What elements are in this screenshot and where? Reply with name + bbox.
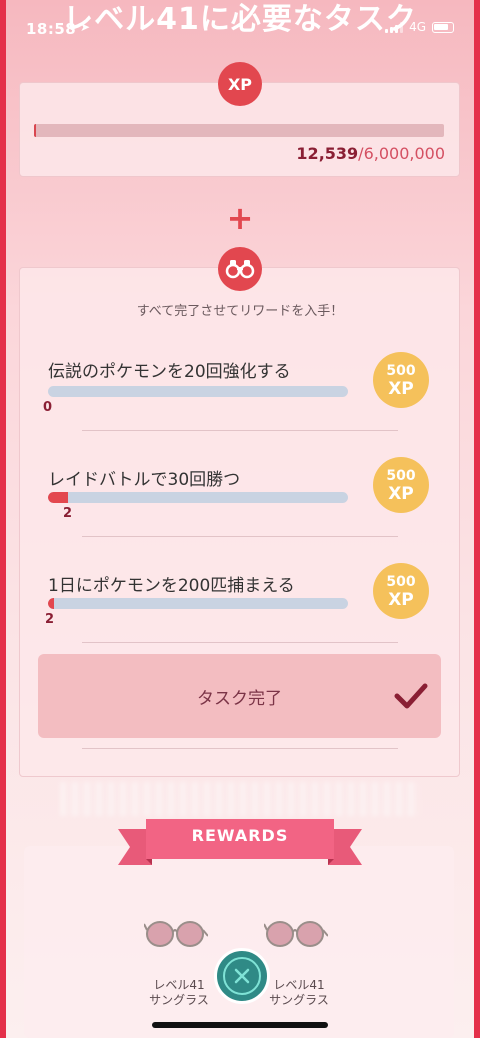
xp-progress-bar bbox=[34, 124, 444, 137]
task-progress-bar bbox=[48, 386, 348, 397]
close-button[interactable] bbox=[214, 948, 270, 1004]
divider bbox=[82, 642, 398, 643]
location-arrow-icon: ➤ bbox=[80, 20, 91, 34]
reward-item-line2: サングラス bbox=[149, 993, 209, 1007]
reward-item-line1: レベル41 bbox=[153, 978, 205, 992]
home-indicator[interactable] bbox=[152, 1022, 328, 1028]
scroll-fade-area bbox=[60, 782, 420, 816]
reward-amount: 500 bbox=[386, 363, 416, 379]
task-progress-fill bbox=[48, 598, 54, 609]
status-time: 18:58 bbox=[26, 20, 77, 38]
network-label: 4G bbox=[409, 20, 426, 34]
battery-icon bbox=[432, 21, 454, 33]
xp-current: 12,539 bbox=[296, 144, 359, 163]
task-progress-fill bbox=[48, 492, 69, 503]
plus-icon: + bbox=[226, 199, 254, 237]
reward-item-name: レベル41 サングラス bbox=[134, 978, 224, 1008]
sunglasses-icon bbox=[144, 921, 208, 947]
reward-unit: XP bbox=[388, 484, 414, 504]
task-progress-value: 2 bbox=[63, 506, 73, 521]
sunglasses-icon bbox=[264, 921, 328, 947]
reward-amount: 500 bbox=[386, 468, 416, 484]
complete-tasks-label: タスク完了 bbox=[197, 688, 282, 709]
task-progress-value: 2 bbox=[45, 612, 55, 627]
checkmark-icon bbox=[394, 683, 428, 709]
complete-tasks-button[interactable]: タスク完了 bbox=[38, 654, 441, 738]
close-icon bbox=[223, 957, 261, 995]
status-indicators: 4G bbox=[385, 20, 454, 34]
reward-unit: XP bbox=[388, 590, 414, 610]
xp-badge: XP bbox=[218, 62, 262, 106]
xp-count: 12,539/6,000,000 bbox=[296, 144, 445, 163]
xp-reward-coin: 500 XP bbox=[373, 457, 429, 513]
task-label: 伝説のポケモンを20回強化する bbox=[48, 362, 291, 382]
divider bbox=[82, 536, 398, 537]
divider bbox=[82, 430, 398, 431]
task-hint: すべて完了させてリワードを入手！ bbox=[136, 304, 344, 319]
divider bbox=[82, 748, 398, 749]
task-label: レイドバトルで30回勝つ bbox=[48, 470, 241, 490]
task-progress-value: 0 bbox=[43, 400, 53, 415]
xp-reward-coin: 500 XP bbox=[373, 352, 429, 408]
xp-total: /6,000,000 bbox=[358, 144, 445, 163]
binoculars-icon bbox=[218, 247, 262, 291]
reward-amount: 500 bbox=[386, 574, 416, 590]
task-progress-bar bbox=[48, 492, 348, 503]
rewards-banner-label: REWARDS bbox=[191, 826, 289, 845]
task-label: 1日にポケモンを200匹捕まえる bbox=[48, 576, 295, 596]
xp-progress-fill bbox=[34, 124, 36, 137]
signal-icon bbox=[385, 21, 404, 33]
task-progress-bar bbox=[48, 598, 348, 609]
xp-reward-coin: 500 XP bbox=[373, 563, 429, 619]
status-bar: 18:58 ➤ 4G bbox=[0, 0, 480, 40]
rewards-card bbox=[24, 846, 454, 1038]
reward-item-line2: サングラス bbox=[269, 993, 329, 1007]
reward-unit: XP bbox=[388, 379, 414, 399]
